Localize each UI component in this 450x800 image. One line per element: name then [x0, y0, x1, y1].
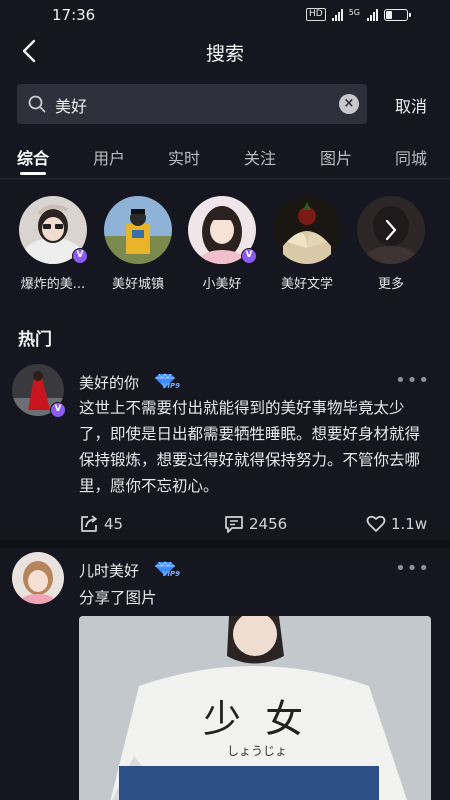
tab-local[interactable]: 同城	[395, 145, 427, 169]
signal-icon-2	[367, 8, 378, 21]
post-text: 分享了图片	[79, 589, 157, 607]
comment-count: 2456	[249, 515, 288, 533]
search-row: 美好 × 取消	[17, 84, 437, 124]
image-subtext: しょうじょ	[227, 744, 288, 758]
active-tab-indicator	[20, 172, 46, 175]
post: V 美好的你 VIP9 ••• 这世上不需要付出就能得到的美好事物毕竟太少了，即…	[0, 364, 450, 544]
like-count: 1.1w	[391, 515, 428, 533]
signal-icon	[331, 8, 343, 21]
battery-level	[386, 10, 392, 19]
page-title: 搜索	[205, 43, 244, 65]
account-name: 爆炸的美...	[20, 277, 86, 292]
account-name: 美好文学	[280, 277, 333, 292]
post-text: 这世上不需要付出就能得到的美好事物毕竟太少了，即使是日出都需要牺牲睡眠。想要好身…	[79, 399, 421, 495]
account-results: V 爆炸的美... 美好城镇 V 小美好 美好文学 更多	[0, 196, 450, 296]
network-type-label: 5G	[348, 8, 360, 17]
vip-label: VIP9	[162, 570, 181, 578]
post-divider	[0, 540, 450, 548]
search-input[interactable]: 美好 ×	[17, 84, 367, 124]
vip-label: VIP9	[162, 382, 181, 390]
author-name[interactable]: 儿时美好	[79, 560, 139, 581]
more-options-icon[interactable]: •••	[395, 558, 430, 579]
tab-users[interactable]: 用户	[93, 145, 125, 169]
section-title: 热门	[18, 330, 52, 350]
account-item[interactable]: 美好城镇	[100, 196, 176, 292]
avatar	[104, 196, 172, 264]
comment-button[interactable]: 2456	[224, 514, 287, 534]
share-button[interactable]: 45	[79, 514, 123, 534]
search-query: 美好	[55, 97, 88, 116]
search-icon	[28, 95, 46, 113]
status-bar: 17:36 HD 5G	[0, 0, 450, 30]
account-item[interactable]: 美好文学	[269, 196, 345, 292]
tab-comprehensive[interactable]: 综合	[17, 145, 49, 169]
post-actions: 45 2456 1.1w	[79, 514, 431, 538]
verified-badge: V	[50, 402, 66, 418]
divider	[0, 178, 450, 179]
post-image[interactable]: 少 女 しょうじょ	[79, 616, 431, 800]
post: 儿时美好 VIP9 ••• 分享了图片 少 女 しょうじょ	[0, 552, 450, 800]
like-button[interactable]: 1.1w	[366, 514, 427, 534]
avatar	[357, 196, 425, 264]
nav-bar: 搜索	[0, 30, 450, 72]
status-icons: HD 5G	[306, 8, 411, 21]
account-name: 美好城镇	[111, 277, 164, 292]
account-item[interactable]: V 爆炸的美...	[15, 196, 91, 292]
comment-icon	[225, 516, 243, 533]
cancel-button[interactable]: 取消	[395, 93, 427, 117]
share-icon	[81, 515, 97, 532]
hd-badge: HD	[306, 8, 326, 21]
account-item-more[interactable]: 更多	[353, 196, 429, 292]
account-item[interactable]: V 小美好	[184, 196, 260, 292]
search-tabs: 综合 用户 实时 关注 图片 同城	[0, 145, 450, 179]
chevron-right-icon	[357, 196, 425, 264]
status-time: 17:36	[52, 6, 96, 24]
author-name[interactable]: 美好的你	[79, 372, 139, 393]
verified-badge: V	[72, 248, 88, 264]
share-count: 45	[104, 515, 124, 533]
verified-badge: V	[241, 248, 257, 264]
avatar[interactable]	[12, 552, 64, 604]
battery-icon	[384, 8, 411, 21]
tab-realtime[interactable]: 实时	[168, 145, 200, 169]
account-name: 更多	[377, 277, 404, 292]
tab-images[interactable]: 图片	[320, 145, 352, 169]
heart-icon	[366, 515, 386, 532]
more-options-icon[interactable]: •••	[395, 370, 430, 391]
tab-following[interactable]: 关注	[244, 145, 276, 169]
avatar	[273, 196, 341, 264]
clear-icon[interactable]: ×	[339, 94, 359, 114]
image-text: 少 女	[203, 697, 310, 741]
account-name: 小美好	[202, 277, 242, 292]
